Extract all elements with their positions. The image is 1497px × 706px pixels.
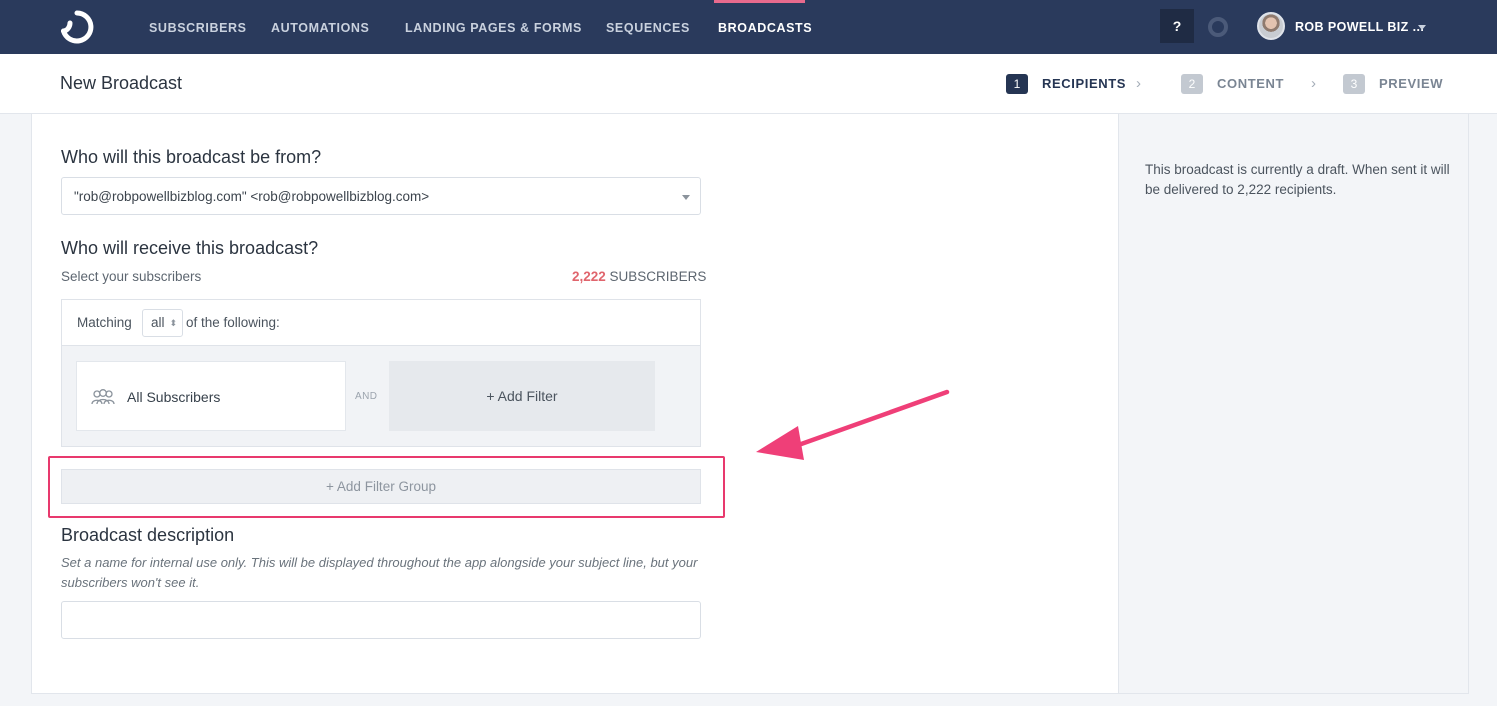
top-navigation: SUBSCRIBERS AUTOMATIONS LANDING PAGES & … bbox=[0, 0, 1497, 54]
draft-status-text: This broadcast is currently a draft. Whe… bbox=[1145, 162, 1450, 197]
step-number-recipients[interactable]: 1 bbox=[1006, 74, 1028, 94]
help-button[interactable]: ? bbox=[1160, 9, 1194, 43]
step-content[interactable]: CONTENT bbox=[1217, 74, 1284, 94]
notification-ring-icon[interactable] bbox=[1208, 17, 1228, 37]
description-help-text: Set a name for internal use only. This w… bbox=[61, 555, 698, 590]
from-select-value: "rob@robpowellbizblog.com" <rob@robpowel… bbox=[74, 189, 430, 204]
filter-group: Matching all ⬍ of the following: All Sub… bbox=[61, 299, 701, 447]
user-menu-name[interactable]: ROB POWELL BIZ ... bbox=[1295, 0, 1424, 54]
step-number-content[interactable]: 2 bbox=[1181, 74, 1203, 94]
filter-all-subscribers[interactable]: All Subscribers bbox=[76, 361, 346, 431]
page-footer-strip bbox=[31, 693, 1469, 706]
users-icon bbox=[91, 389, 115, 405]
subscriber-count-number: 2,222 bbox=[572, 269, 606, 284]
highlight-annotation-box bbox=[48, 456, 725, 518]
from-heading: Who will this broadcast be from? bbox=[61, 147, 322, 167]
subscriber-count-suffix: SUBSCRIBERS bbox=[605, 269, 707, 284]
nav-sequences[interactable]: SEQUENCES bbox=[606, 0, 690, 54]
step-number-preview[interactable]: 3 bbox=[1343, 74, 1365, 94]
matching-select[interactable]: all ⬍ bbox=[142, 309, 183, 337]
description-heading: Broadcast description bbox=[61, 525, 235, 545]
receive-heading: Who will receive this broadcast? bbox=[61, 238, 319, 258]
from-select[interactable]: "rob@robpowellbizblog.com" <rob@robpowel… bbox=[61, 177, 701, 215]
select-subscribers-label: Select your subscribers bbox=[61, 269, 202, 284]
subscriber-count: 2,222 SUBSCRIBERS bbox=[572, 269, 706, 284]
annotation-arrow-icon bbox=[756, 389, 950, 460]
nav-subscribers[interactable]: SUBSCRIBERS bbox=[149, 0, 247, 54]
description-input[interactable] bbox=[61, 601, 701, 639]
nav-broadcasts[interactable]: BROADCASTS bbox=[718, 0, 812, 54]
step-preview[interactable]: PREVIEW bbox=[1379, 74, 1443, 94]
chevron-down-icon[interactable] bbox=[1418, 25, 1426, 30]
convertkit-logo[interactable] bbox=[59, 10, 95, 44]
chevron-right-icon: › bbox=[1311, 75, 1316, 92]
matching-row: Matching all ⬍ of the following: bbox=[62, 300, 700, 346]
matching-select-value: all bbox=[151, 315, 165, 330]
step-recipients[interactable]: RECIPIENTS bbox=[1042, 74, 1126, 94]
chevron-right-icon: › bbox=[1136, 75, 1141, 92]
nav-automations[interactable]: AUTOMATIONS bbox=[271, 0, 370, 54]
page-header: New Broadcast 1 RECIPIENTS › 2 CONTENT ›… bbox=[0, 54, 1497, 114]
filter-label: All Subscribers bbox=[127, 389, 221, 405]
page-title: New Broadcast bbox=[60, 73, 183, 93]
sort-arrows-icon: ⬍ bbox=[169, 318, 177, 328]
add-filter-button[interactable]: + Add Filter bbox=[389, 361, 655, 431]
matching-label: Matching bbox=[77, 315, 132, 330]
avatar[interactable] bbox=[1257, 12, 1285, 40]
caret-down-icon bbox=[682, 195, 690, 200]
nav-active-indicator bbox=[714, 0, 805, 3]
and-label: AND bbox=[355, 391, 378, 402]
nav-landing-pages-forms[interactable]: LANDING PAGES & FORMS bbox=[405, 0, 582, 54]
matching-suffix-label: of the following: bbox=[186, 315, 280, 330]
status-sidebar: This broadcast is currently a draft. Whe… bbox=[1120, 114, 1469, 694]
